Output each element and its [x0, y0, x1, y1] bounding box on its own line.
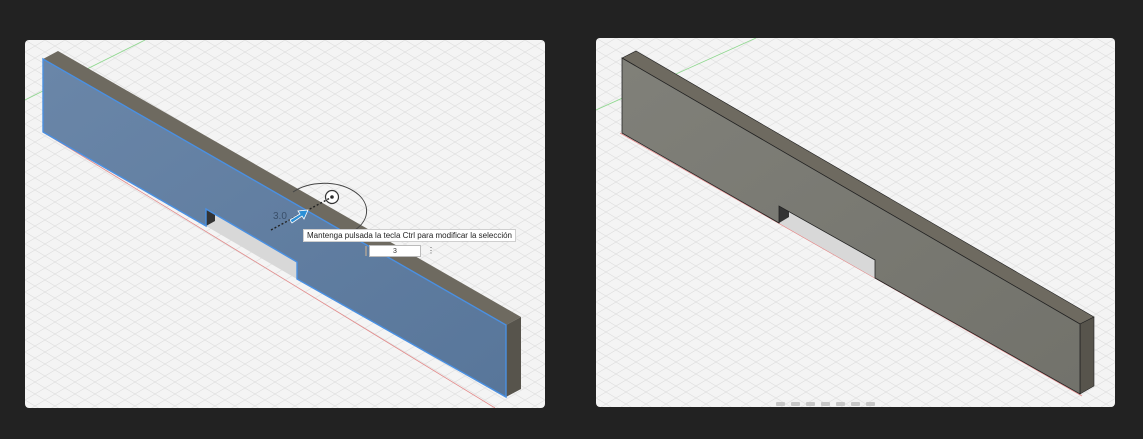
input-handle-icon[interactable]	[365, 246, 367, 256]
toolbar-button[interactable]	[776, 402, 785, 406]
end-face	[506, 317, 521, 397]
toolbar-button[interactable]	[836, 402, 845, 406]
dimension-input[interactable]	[369, 245, 421, 257]
ctrl-tooltip: Mantenga pulsada la tecla Ctrl para modi…	[303, 229, 516, 242]
right-scene	[596, 38, 1115, 407]
toolbar-button[interactable]	[791, 402, 800, 406]
dimension-input-box: ⋮	[365, 245, 435, 257]
bottom-toolbar	[776, 402, 875, 406]
end-face	[1079, 316, 1095, 395]
toolbar-button[interactable]	[806, 402, 815, 406]
right-3d-viewport[interactable]	[596, 38, 1115, 407]
toolbar-button[interactable]	[866, 402, 875, 406]
left-scene	[25, 40, 545, 408]
toolbar-button[interactable]	[821, 402, 830, 406]
toolbar-button[interactable]	[851, 402, 860, 406]
dimension-value-label: 3.0	[273, 211, 287, 222]
left-3d-viewport[interactable]: 3.0 Mantenga pulsada la tecla Ctrl para …	[25, 40, 545, 408]
kebab-menu-icon[interactable]: ⋮	[427, 246, 435, 256]
